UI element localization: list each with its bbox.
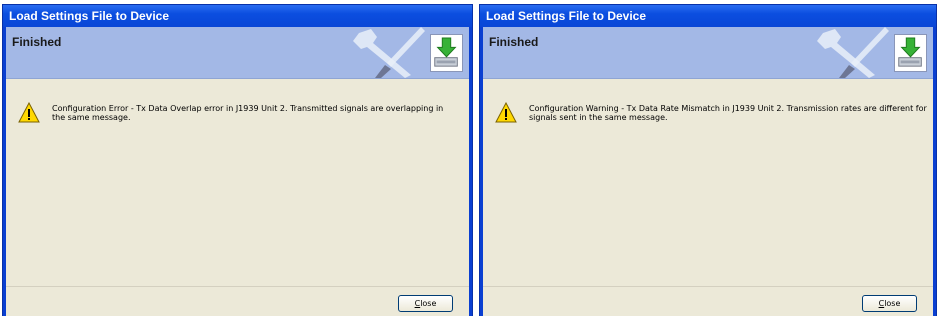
device-download-icon bbox=[430, 34, 463, 72]
dialog-load-settings-warning: Load Settings File to Device Finished Co… bbox=[479, 4, 937, 316]
window-title: Load Settings File to Device bbox=[3, 5, 472, 27]
message-line: Configuration Warning - Tx Data Rate Mis… bbox=[529, 104, 927, 113]
message-line: Configuration Error - Tx Data Overlap er… bbox=[52, 104, 444, 113]
window-title: Load Settings File to Device bbox=[480, 5, 936, 27]
close-button[interactable]: Close bbox=[862, 295, 917, 312]
message-line: the same message. bbox=[52, 113, 131, 122]
dialog-client: Finished Configuration Error - Tx Data O… bbox=[6, 27, 469, 316]
message-text: Configuration Warning - Tx Data Rate Mis… bbox=[529, 104, 927, 122]
dialog-client: Finished Configuration Warning - Tx Data… bbox=[483, 27, 933, 316]
wrench-screwdriver-icon bbox=[817, 27, 889, 78]
wrench-screwdriver-icon bbox=[353, 27, 425, 78]
warning-icon bbox=[18, 102, 40, 123]
message-line: signals sent in the same message. bbox=[529, 113, 668, 122]
header-banner: Finished bbox=[483, 27, 933, 79]
device-download-icon bbox=[894, 34, 927, 72]
banner-title: Finished bbox=[12, 35, 62, 49]
button-row: Close bbox=[483, 286, 933, 316]
message-text: Configuration Error - Tx Data Overlap er… bbox=[52, 104, 443, 122]
banner-title: Finished bbox=[489, 35, 539, 49]
header-banner: Finished bbox=[6, 27, 469, 79]
dialog-load-settings-error: Load Settings File to Device Finished Co… bbox=[2, 4, 473, 316]
warning-icon bbox=[495, 102, 517, 123]
close-button[interactable]: Close bbox=[398, 295, 453, 312]
button-row: Close bbox=[6, 286, 469, 316]
